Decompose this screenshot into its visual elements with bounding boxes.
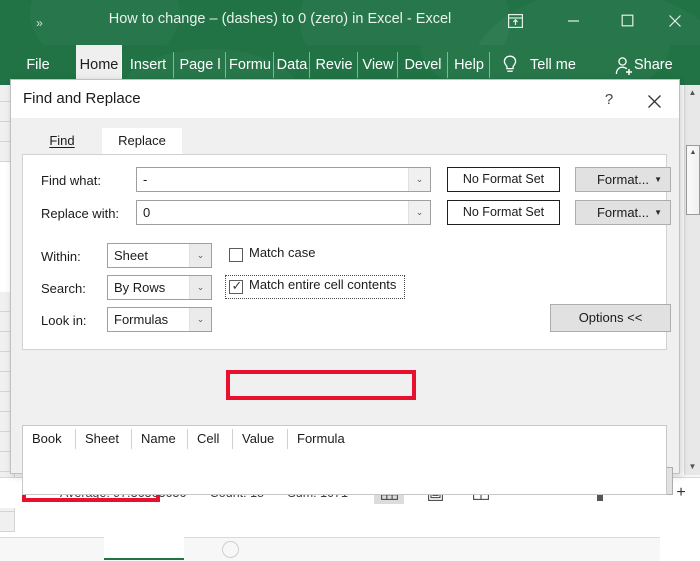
search-label: Search: bbox=[41, 281, 86, 296]
look-in-value: Formulas bbox=[114, 312, 169, 327]
window-titlebar: » How to change – (dashes) to 0 (zero) i… bbox=[0, 0, 700, 45]
look-in-combobox[interactable]: Formulas ⌄ bbox=[107, 307, 212, 332]
scroll-down-icon[interactable]: ▼ bbox=[685, 459, 700, 475]
minimize-icon[interactable] bbox=[558, 8, 588, 36]
dialog-close-icon[interactable] bbox=[641, 88, 667, 112]
zoom-in-button[interactable]: + bbox=[673, 485, 689, 501]
replace-with-combobox[interactable]: 0 ⌄ bbox=[136, 200, 431, 225]
chevron-down-icon[interactable]: ⌄ bbox=[189, 276, 211, 299]
results-column-sheet[interactable]: Sheet bbox=[76, 426, 132, 452]
share-person-icon[interactable] bbox=[612, 55, 634, 77]
within-combobox[interactable]: Sheet ⌄ bbox=[107, 243, 212, 268]
find-format-preview: No Format Set bbox=[447, 167, 560, 192]
results-column-value[interactable]: Value bbox=[233, 426, 288, 452]
close-icon[interactable] bbox=[660, 8, 690, 36]
sheet-tab-strip[interactable] bbox=[0, 537, 660, 561]
chevron-down-icon[interactable]: ⌄ bbox=[408, 168, 430, 191]
chevron-down-icon[interactable]: ⌄ bbox=[189, 244, 211, 267]
dialog-body: Find Replace Find what: - ⌄ No Format Se… bbox=[11, 118, 679, 502]
chevron-down-icon[interactable]: ⌄ bbox=[189, 308, 211, 331]
replace-with-input[interactable]: 0 bbox=[143, 201, 406, 224]
find-format-button[interactable]: Format... ▼ bbox=[575, 167, 671, 192]
tab-find[interactable]: Find bbox=[22, 128, 102, 154]
dialog-tab-strip: Find Replace bbox=[22, 128, 667, 154]
ribbon-display-options-icon[interactable] bbox=[500, 8, 530, 36]
results-column-headers: Book Sheet Name Cell Value Formula bbox=[23, 426, 666, 452]
dialog-title: Find and Replace bbox=[23, 90, 141, 107]
vertical-scrollbar[interactable]: ▲ ▲ ▼ bbox=[684, 85, 700, 475]
match-case-checkbox[interactable] bbox=[229, 248, 243, 262]
dialog-content-panel: Find what: - ⌄ No Format Set Format... ▼… bbox=[22, 154, 671, 350]
replace-with-label: Replace with: bbox=[41, 206, 120, 221]
maximize-icon[interactable] bbox=[612, 8, 642, 36]
dialog-titlebar: Find and Replace ? bbox=[11, 80, 679, 118]
within-label: Within: bbox=[41, 249, 81, 264]
chevron-down-icon[interactable]: ⌄ bbox=[408, 201, 430, 224]
results-column-cell[interactable]: Cell bbox=[188, 426, 233, 452]
within-value: Sheet bbox=[114, 248, 148, 263]
match-case-label: Match case bbox=[249, 245, 316, 260]
results-column-formula[interactable]: Formula bbox=[288, 426, 378, 452]
excel-application-window: » How to change – (dashes) to 0 (zero) i… bbox=[0, 0, 700, 561]
window-title: How to change – (dashes) to 0 (zero) in … bbox=[108, 11, 452, 27]
search-combobox[interactable]: By Rows ⌄ bbox=[107, 275, 212, 300]
scrollbar-thumb-grip: ▲ bbox=[689, 149, 697, 156]
options-button[interactable]: Options << bbox=[550, 304, 671, 332]
focus-outline bbox=[225, 275, 405, 299]
help-icon[interactable]: ? bbox=[597, 88, 621, 112]
add-sheet-icon[interactable] bbox=[222, 541, 239, 558]
find-results-list[interactable]: Book Sheet Name Cell Value Formula bbox=[22, 425, 667, 495]
chevron-down-icon[interactable]: ▼ bbox=[654, 201, 662, 224]
find-and-replace-dialog: Find and Replace ? Find Replace Find wha… bbox=[10, 79, 680, 502]
highlight-match-entire-cell-contents bbox=[226, 370, 416, 400]
replace-format-preview: No Format Set bbox=[447, 200, 560, 225]
find-what-label: Find what: bbox=[41, 173, 101, 188]
results-column-book[interactable]: Book bbox=[23, 426, 76, 452]
lightbulb-icon[interactable] bbox=[500, 54, 522, 78]
look-in-label: Look in: bbox=[41, 313, 87, 328]
replace-format-button[interactable]: Format... ▼ bbox=[575, 200, 671, 225]
row-header[interactable] bbox=[0, 512, 15, 532]
vertical-scrollbar-thumb[interactable]: ▲ bbox=[686, 145, 700, 215]
tab-replace[interactable]: Replace bbox=[102, 128, 182, 154]
find-what-combobox[interactable]: - ⌄ bbox=[136, 167, 431, 192]
sheet-tab-active[interactable] bbox=[104, 537, 184, 560]
results-column-name[interactable]: Name bbox=[132, 426, 188, 452]
chevron-down-icon[interactable]: ▼ bbox=[654, 168, 662, 191]
find-what-input[interactable]: - bbox=[143, 168, 406, 191]
scroll-up-icon[interactable]: ▲ bbox=[685, 85, 700, 101]
search-value: By Rows bbox=[114, 280, 166, 295]
